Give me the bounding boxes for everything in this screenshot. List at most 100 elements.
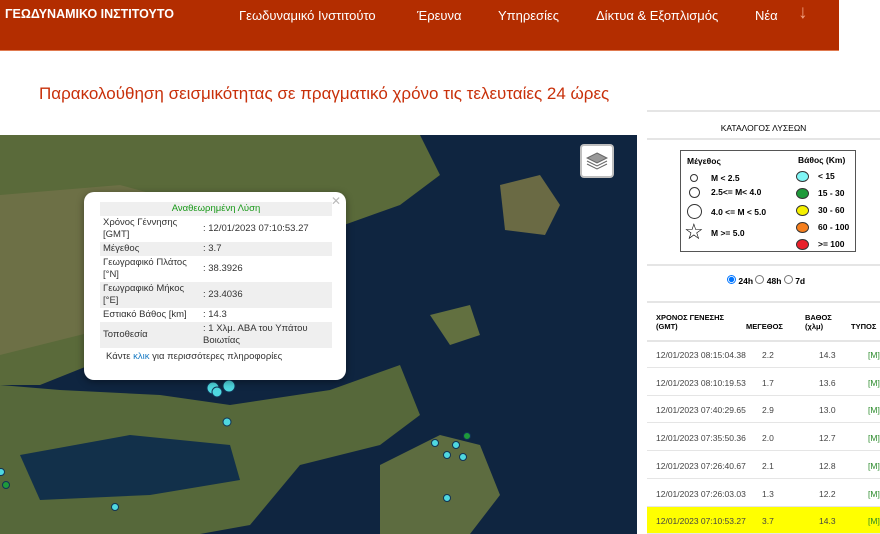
legend-depth: 15 - 30 xyxy=(818,188,845,198)
site-logo[interactable]: ΓΕΩΔΥΝΑΜΙΚΟ ΙΝΣΤΙΤΟΥΤΟ xyxy=(5,7,174,21)
popup-value: : 14.3 xyxy=(203,309,227,320)
more-info-link[interactable]: κλικ xyxy=(133,351,149,362)
cell-type[interactable]: [M] xyxy=(868,405,880,415)
cell-time: 12/01/2023 07:35:50.36 xyxy=(656,433,746,444)
nav-research[interactable]: Έρευνα xyxy=(417,8,462,23)
more-pre: Κάντε xyxy=(106,351,134,362)
table-row[interactable]: 12/01/2023 07:35:50.36 2.0 12.7 [M] xyxy=(647,424,880,452)
range-label: 24h xyxy=(738,276,754,286)
cell-type[interactable]: [M] xyxy=(868,461,880,471)
radio-7d[interactable] xyxy=(783,275,793,284)
legend-mag-title: Μέγεθος xyxy=(687,156,721,166)
depth-color-icon xyxy=(796,222,809,233)
event-marker xyxy=(222,379,236,393)
cell-magnitude: 2.1 xyxy=(762,460,774,471)
cell-type[interactable]: [M] xyxy=(868,433,880,443)
legend-depth: 60 - 100 xyxy=(818,222,850,232)
col-magnitude[interactable]: ΜΕΓΕΘΟΣ xyxy=(746,322,783,331)
legend-mag: 4.0 <= M < 5.0 xyxy=(711,207,767,217)
cell-magnitude: 2.0 xyxy=(762,433,774,444)
range-selector: 24h 48h 7d xyxy=(727,275,805,286)
table-row[interactable]: 12/01/2023 08:10:19.53 1.7 13.6 [M] xyxy=(647,369,880,396)
event-marker xyxy=(459,453,467,461)
event-marker xyxy=(0,468,5,476)
arrow-down-icon[interactable]: ↓ xyxy=(798,2,808,24)
radio-48h[interactable] xyxy=(755,275,765,284)
table-row[interactable]: 12/01/2023 07:10:53.27 3.7 14.3 [M] xyxy=(647,507,880,534)
event-marker xyxy=(443,451,451,459)
event-marker xyxy=(222,417,232,427)
cell-depth: 12.8 xyxy=(819,460,836,471)
cell-magnitude: 2.2 xyxy=(762,350,774,360)
popup-value: : 3.7 xyxy=(200,242,332,256)
divider xyxy=(647,264,880,266)
popup-more-info: Κάντε κλικ για περισσότερες πληροφορίες xyxy=(106,351,332,362)
cell-time: 12/01/2023 07:10:53.27 xyxy=(656,516,746,527)
table-row[interactable]: 12/01/2023 07:26:03.03 1.3 12.2 [M] xyxy=(647,480,880,507)
event-popup: ✕ Αναθεωρημένη Λύση Χρόνος Γέννησης [GMT… xyxy=(84,192,346,380)
cell-type[interactable]: [M] xyxy=(868,516,880,526)
cell-magnitude: 3.7 xyxy=(762,516,774,527)
cell-type[interactable]: [M] xyxy=(868,350,880,360)
legend-depth: 30 - 60 xyxy=(818,205,845,215)
cell-magnitude: 1.7 xyxy=(762,377,774,388)
nav-news[interactable]: Νέα xyxy=(755,8,778,23)
cell-type[interactable]: [M] xyxy=(868,378,880,388)
cell-time: 12/01/2023 08:15:04.38 xyxy=(656,350,746,360)
site-header: ΓΕΩΔΥΝΑΜΙΚΟ ΙΝΣΤΙΤΟΥΤΟ Γεωδυναμικό Ινστι… xyxy=(0,0,839,51)
col-time[interactable]: ΧΡΟΝΟΣ ΓΕΝΕΣΗΣ (GMT) xyxy=(656,313,736,331)
col-type[interactable]: ΤΥΠΟΣ xyxy=(851,322,876,331)
divider xyxy=(647,301,880,303)
nav-networks[interactable]: Δίκτυα & Εξοπλισμός xyxy=(596,8,718,23)
popup-value: : 38.3926 xyxy=(203,263,243,274)
col-depth[interactable]: ΒΑΘΟΣ (χλμ) xyxy=(805,313,835,331)
popup-value: : 23.4036 xyxy=(200,282,332,308)
cell-magnitude: 2.9 xyxy=(762,405,774,416)
cell-time: 12/01/2023 07:26:03.03 xyxy=(656,488,746,499)
nav-services[interactable]: Υπηρεσίες xyxy=(498,8,559,23)
layers-icon xyxy=(586,152,608,170)
popup-label: Εστιακό Βάθος [km] xyxy=(103,309,187,320)
catalog-title: ΚΑΤΑΛΟΓΟΣ ΛΥΣΕΩΝ xyxy=(647,110,880,140)
cell-time: 12/01/2023 08:10:19.53 xyxy=(656,377,746,388)
cell-time: 12/01/2023 07:40:29.65 xyxy=(656,405,746,416)
nav-institute[interactable]: Γεωδυναμικό Ινστιτούτο xyxy=(239,8,376,23)
popup-value: : 1 Χλμ. ΑΒΑ του Υπάτου Βοιωτίας xyxy=(200,322,332,348)
legend-mag: M >= 5.0 xyxy=(711,228,745,238)
cell-type[interactable]: [M] xyxy=(868,489,880,499)
large-circle-icon xyxy=(687,204,702,219)
popup-heading: Αναθεωρημένη Λύση xyxy=(100,202,332,216)
close-icon[interactable]: ✕ xyxy=(331,194,341,208)
radio-24h[interactable] xyxy=(727,275,736,284)
event-marker xyxy=(211,386,223,398)
event-marker xyxy=(452,441,460,449)
legend-depth-title: Βάθος (Km) xyxy=(798,155,846,165)
legend: Μέγεθος M < 2.5 2.5<= M< 4.0 4.0 <= M < … xyxy=(680,150,856,252)
range-label: 7d xyxy=(795,276,806,286)
cell-depth: 13.6 xyxy=(819,377,836,388)
table-row[interactable]: 12/01/2023 07:40:29.65 2.9 13.0 [M] xyxy=(647,396,880,424)
depth-color-icon xyxy=(796,239,809,250)
popup-label: Γεωγραφικό Μήκος [°E] xyxy=(100,282,200,308)
depth-color-icon xyxy=(796,205,809,216)
cell-depth: 13.0 xyxy=(819,405,836,416)
medium-circle-icon xyxy=(689,187,700,198)
layers-control-button[interactable] xyxy=(580,144,614,178)
legend-depth: < 15 xyxy=(818,171,835,181)
popup-label: Χρόνος Γέννησης [GMT] xyxy=(103,217,178,240)
cell-depth: 14.3 xyxy=(819,516,836,527)
page-title: Παρακολούθηση σεισμικότητας σε πραγματικ… xyxy=(39,84,610,103)
more-post: για περισσότερες πληροφορίες xyxy=(149,351,283,362)
table-row[interactable]: 12/01/2023 07:26:40.67 2.1 12.8 [M] xyxy=(647,452,880,479)
small-circle-icon xyxy=(690,174,698,182)
depth-color-icon xyxy=(796,171,809,182)
event-marker xyxy=(431,439,439,447)
star-icon: ☆ xyxy=(684,219,704,244)
cell-magnitude: 1.3 xyxy=(762,488,774,499)
event-marker xyxy=(111,503,119,511)
cell-time: 12/01/2023 07:26:40.67 xyxy=(656,460,746,471)
cell-depth: 12.2 xyxy=(819,488,836,499)
event-marker xyxy=(2,481,10,489)
popup-value: : 12/01/2023 07:10:53.27 xyxy=(203,223,309,234)
table-row[interactable]: 12/01/2023 08:15:04.38 2.2 14.3 [M] xyxy=(647,341,880,368)
